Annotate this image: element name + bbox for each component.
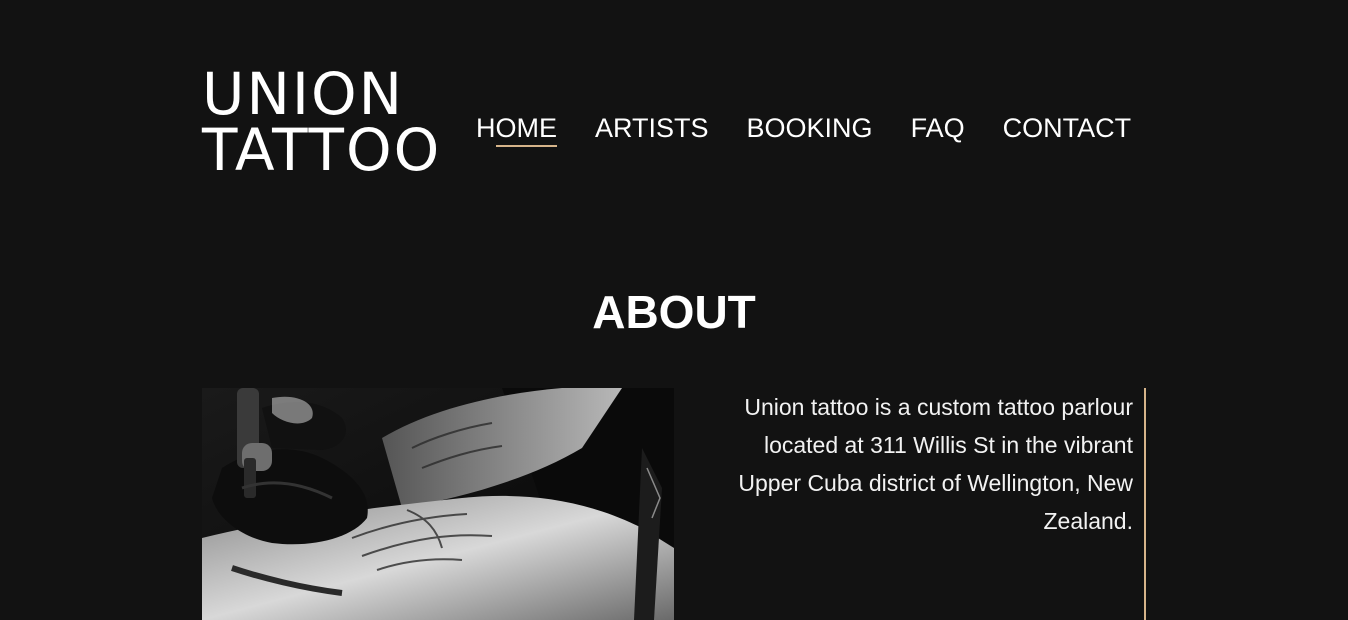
nav-contact[interactable]: CONTACT [1003, 110, 1132, 146]
nav-faq[interactable]: FAQ [911, 110, 965, 146]
about-title: ABOUT [592, 286, 756, 338]
nav-home[interactable]: HOME [476, 110, 557, 147]
logo-line-1: UNION [202, 60, 404, 128]
site-logo[interactable]: UNION TATTOO [202, 60, 442, 184]
nav-booking[interactable]: BOOKING [747, 110, 873, 146]
main-nav: HOME ARTISTS BOOKING FAQ CONTACT [476, 110, 1132, 147]
page: UNION TATTOO HOME ARTISTS BOOKING FAQ CO… [0, 0, 1348, 620]
tattoo-photo-illustration [202, 388, 674, 620]
about-text-block: Union tattoo is a custom tattoo parlour … [716, 388, 1146, 620]
about-description: Union tattoo is a custom tattoo parlour … [738, 394, 1133, 534]
logo-line-2: TATTOO [202, 116, 442, 184]
nav-artists[interactable]: ARTISTS [595, 110, 709, 146]
tattoo-artist-photo [202, 388, 674, 620]
